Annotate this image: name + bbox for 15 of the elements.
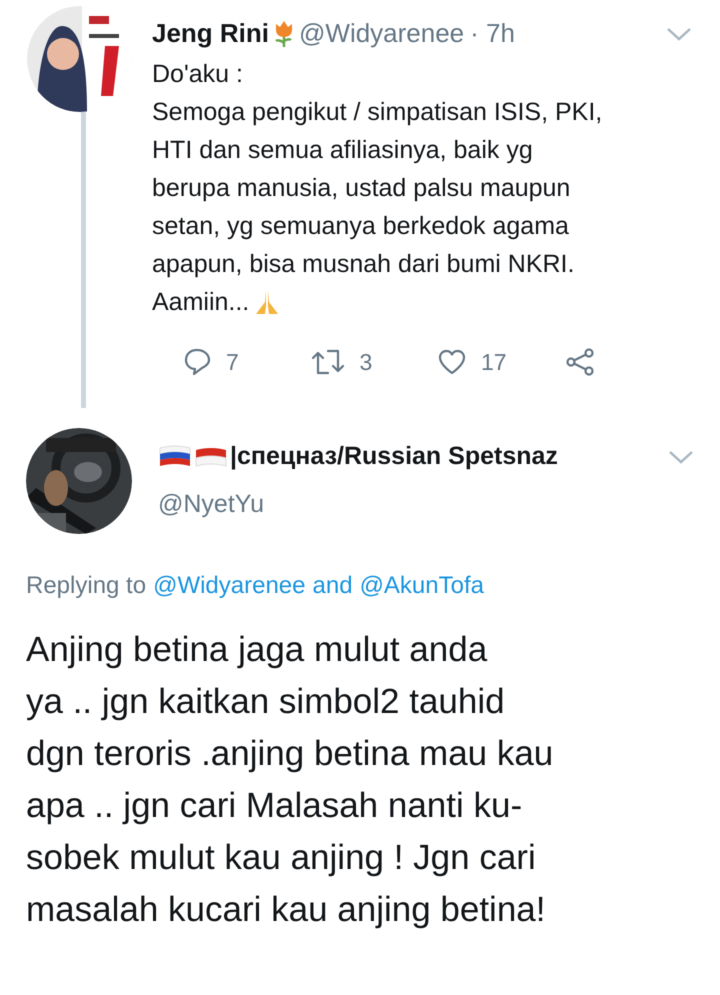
user-handle[interactable]: @Widyarenee [299,14,464,53]
replying-label: Replying to [26,571,146,601]
tweet-text-ending: Aamiin... [152,287,250,318]
user-name[interactable]: |спецназ/Russian Spetsnaz [230,438,558,476]
reply-text: Anjing betina jaga mulut anda ya .. jgn kaitkan simbol2 tauhid dgn teroris .anjing betina mau kau apa .. jgn cari Malasah nanti ku- sobek mulut kau anjing ! Jgn cari masalah kucari kau anjing betina! [25,629,554,931]
tweet-text: Do'aku : Semoga pengikut / simpatisan ISIS, PKI, HTI dan semua afiliasinya, baik yg berupa manusia, ustad palsu maupun setan, yg semuanya berkedok agama apapun, bisa musnah dari bumi NKRI. [152,59,602,280]
mention-link[interactable]: @AkunTofa [360,568,484,604]
mention-link[interactable]: @Widyarenee [153,568,306,604]
user-name[interactable]: Jeng Rini [152,14,270,53]
tweet-time: · 7h [470,17,515,50]
mention-link[interactable]: and [312,568,353,604]
action-count: 7 [226,348,239,377]
user-handle[interactable]: @NyetYu [158,486,264,523]
action-count: 3 [360,348,372,377]
action-count: 17 [481,348,507,377]
